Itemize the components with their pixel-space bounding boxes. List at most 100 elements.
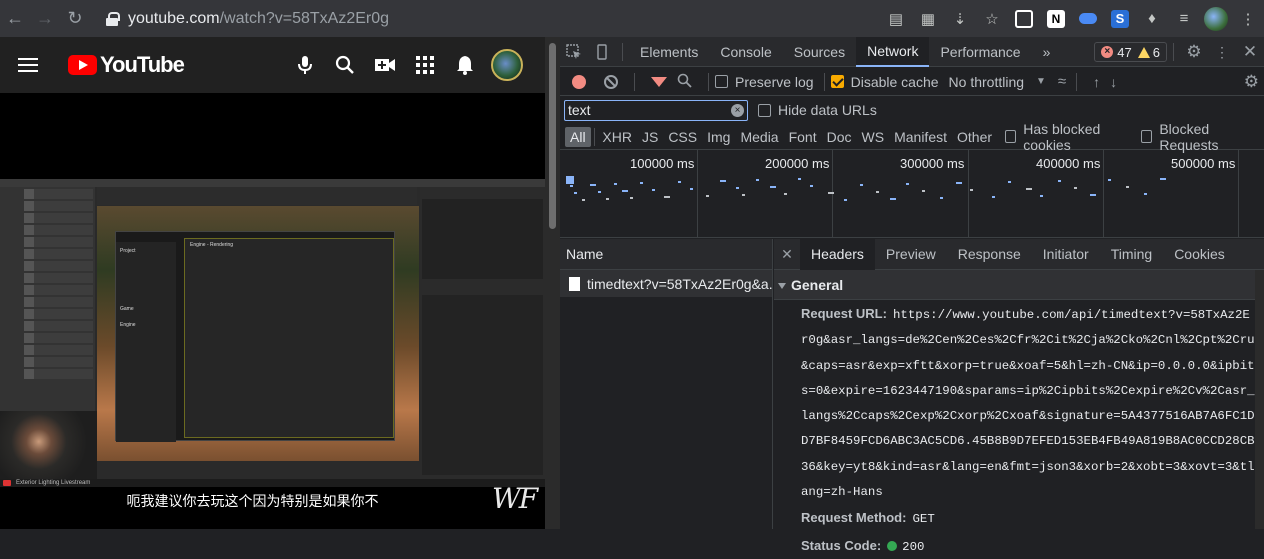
- notifications-bell-icon[interactable]: [445, 45, 485, 85]
- install-icon[interactable]: ⇣: [944, 3, 976, 35]
- devtools-more-icon[interactable]: ⋮: [1208, 38, 1236, 66]
- type-img[interactable]: Img: [702, 127, 735, 147]
- video-player[interactable]: Project Game Engine Engine - Rendering E…: [0, 179, 545, 487]
- tab-sources[interactable]: Sources: [783, 37, 856, 67]
- import-har-icon[interactable]: ↑: [1093, 74, 1100, 90]
- record-icon[interactable]: [572, 74, 586, 89]
- detail-scrollbar[interactable]: [1255, 270, 1264, 529]
- status-code-value: 200: [902, 539, 925, 554]
- scrollbar-thumb[interactable]: [549, 43, 556, 229]
- timeline-gridline: [968, 150, 969, 238]
- timeline-request-mark: [770, 186, 776, 188]
- reload-icon[interactable]: ↻: [60, 4, 90, 34]
- cloud-extension-icon[interactable]: [1072, 3, 1104, 35]
- network-overview-timeline[interactable]: 100000 ms 200000 ms 300000 ms 400000 ms …: [560, 150, 1264, 238]
- s-extension-icon[interactable]: S: [1104, 3, 1136, 35]
- microphone-icon[interactable]: [285, 45, 325, 85]
- preserve-log-box[interactable]: [715, 75, 728, 88]
- close-detail-icon[interactable]: ✕: [774, 246, 800, 263]
- ue-menu-bar: [0, 179, 545, 187]
- tab-response[interactable]: Response: [947, 239, 1032, 270]
- type-doc[interactable]: Doc: [822, 127, 857, 147]
- hide-data-urls-label: Hide data URLs: [778, 102, 877, 118]
- filter-funnel-icon[interactable]: [651, 76, 667, 87]
- reading-list-icon[interactable]: ≡: [1168, 3, 1200, 35]
- inspect-element-icon[interactable]: [560, 38, 588, 66]
- settings-gear-icon[interactable]: ⚙: [1180, 38, 1208, 66]
- page-scrollbar[interactable]: [545, 37, 560, 529]
- has-blocked-cookies-box[interactable]: [1005, 130, 1017, 143]
- hide-data-urls-box[interactable]: [758, 103, 771, 117]
- type-all[interactable]: All: [565, 126, 591, 147]
- timeline-request-mark: [906, 183, 909, 185]
- issues-badge[interactable]: × 47 6: [1094, 42, 1167, 62]
- type-ws[interactable]: WS: [857, 127, 890, 147]
- tab-console[interactable]: Console: [709, 37, 782, 67]
- tab-performance[interactable]: Performance: [929, 37, 1031, 67]
- apps-grid-icon[interactable]: [405, 45, 445, 85]
- notion-extension-icon[interactable]: N: [1040, 3, 1072, 35]
- type-media[interactable]: Media: [735, 127, 783, 147]
- clear-icon[interactable]: [604, 74, 618, 89]
- more-vert-icon[interactable]: ⋮: [1232, 3, 1264, 35]
- extension-window-icon[interactable]: [1008, 3, 1040, 35]
- forward-arrow-icon[interactable]: →: [30, 4, 60, 34]
- timeline-request-mark: [970, 189, 973, 191]
- tab-headers[interactable]: Headers: [800, 238, 875, 270]
- tab-preview[interactable]: Preview: [875, 239, 947, 270]
- timeline-request-mark: [622, 190, 628, 192]
- filter-input[interactable]: text ×: [564, 99, 748, 121]
- bookmark-star-icon[interactable]: ☆: [976, 3, 1008, 35]
- type-font[interactable]: Font: [784, 127, 822, 147]
- youtube-avatar[interactable]: [491, 49, 523, 81]
- menu-icon[interactable]: [18, 58, 38, 72]
- has-blocked-cookies-checkbox[interactable]: Has blocked cookies: [1005, 121, 1131, 153]
- more-tabs-chevron-icon[interactable]: »: [1032, 37, 1062, 67]
- create-video-icon[interactable]: [365, 45, 405, 85]
- blocked-requests-box[interactable]: [1141, 130, 1153, 143]
- back-arrow-icon[interactable]: ←: [0, 4, 30, 34]
- type-xhr[interactable]: XHR: [597, 127, 637, 147]
- throttling-select[interactable]: No throttling ▼: [949, 74, 1046, 90]
- name-column-header[interactable]: Name: [560, 239, 772, 270]
- type-other[interactable]: Other: [952, 127, 997, 147]
- general-section-header[interactable]: General: [774, 270, 1264, 300]
- search-icon[interactable]: [325, 45, 365, 85]
- export-har-icon[interactable]: ↓: [1110, 74, 1117, 90]
- search-icon[interactable]: [677, 73, 692, 91]
- puzzle-extensions-icon[interactable]: ♦: [1136, 3, 1168, 35]
- timeline-request-mark: [798, 178, 801, 180]
- timeline-gridline: [697, 150, 698, 238]
- blocked-requests-checkbox[interactable]: Blocked Requests: [1141, 121, 1254, 153]
- ue-toolbar: [97, 187, 417, 205]
- timeline-request-mark: [1026, 188, 1032, 190]
- tab-timing[interactable]: Timing: [1100, 239, 1164, 270]
- type-js[interactable]: JS: [637, 127, 663, 147]
- cast-icon[interactable]: ▤: [880, 3, 912, 35]
- timeline-request-mark: [784, 193, 787, 195]
- type-manifest[interactable]: Manifest: [889, 127, 952, 147]
- disable-cache-checkbox[interactable]: Disable cache: [830, 74, 939, 90]
- device-toolbar-icon[interactable]: [588, 38, 616, 66]
- clear-filter-icon[interactable]: ×: [731, 103, 744, 117]
- timeline-request-mark: [574, 192, 577, 194]
- qr-code-icon[interactable]: ▦: [912, 3, 944, 35]
- tab-elements[interactable]: Elements: [629, 37, 709, 67]
- type-css[interactable]: CSS: [663, 127, 702, 147]
- address-bar[interactable]: youtube.com/watch?v=58TxAz2Er0g: [106, 10, 389, 28]
- hide-data-urls-checkbox[interactable]: Hide data URLs: [758, 102, 877, 118]
- preserve-log-checkbox[interactable]: Preserve log: [715, 74, 814, 90]
- close-devtools-icon[interactable]: ✕: [1236, 38, 1264, 66]
- tab-initiator[interactable]: Initiator: [1032, 239, 1100, 270]
- youtube-logo[interactable]: YouTube: [68, 52, 185, 78]
- tab-network[interactable]: Network: [856, 36, 930, 67]
- timeline-gridline: [1238, 150, 1239, 238]
- tab-cookies[interactable]: Cookies: [1163, 239, 1236, 270]
- profile-avatar[interactable]: [1200, 3, 1232, 35]
- disable-cache-box[interactable]: [830, 75, 844, 88]
- detail-tab-bar: ✕ Headers Preview Response Initiator Tim…: [774, 238, 1264, 270]
- request-row[interactable]: timedtext?v=58TxAz2Er0g&a...: [560, 270, 772, 297]
- timeline-request-mark: [940, 197, 943, 199]
- network-conditions-icon[interactable]: ≈: [1058, 73, 1066, 90]
- network-settings-gear-icon[interactable]: ⚙: [1244, 72, 1259, 92]
